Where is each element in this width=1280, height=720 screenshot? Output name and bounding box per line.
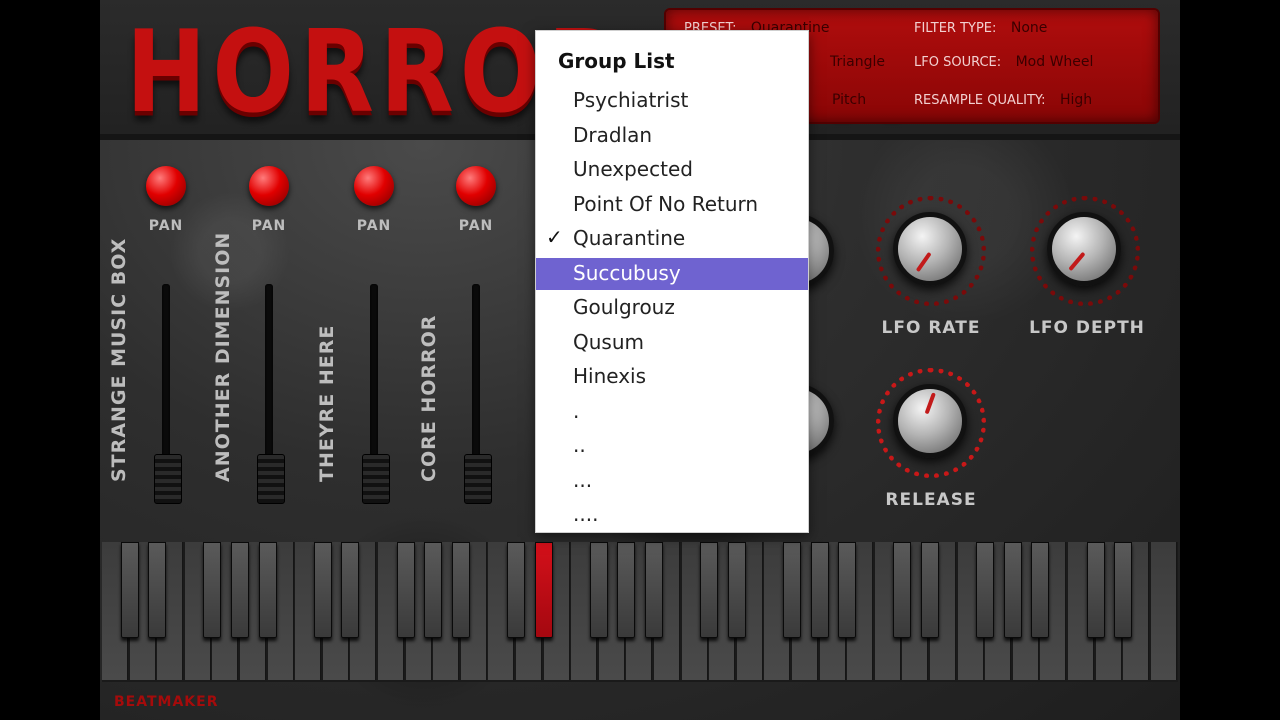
group-list-item[interactable]: Psychiatrist — [536, 85, 808, 117]
filter-type-key: FILTER TYPE: — [914, 21, 997, 36]
piano-black-key[interactable] — [589, 542, 608, 638]
release-knob[interactable] — [893, 384, 967, 458]
lfo-source-row: LFO SOURCE: Mod Wheel — [914, 54, 1093, 70]
piano-black-key[interactable] — [893, 542, 912, 638]
piano-black-key[interactable] — [617, 542, 636, 638]
group-list-item-label: .. — [573, 433, 586, 457]
group-list-item[interactable]: . — [536, 396, 808, 428]
piano-black-key[interactable] — [976, 542, 995, 638]
piano-black-key[interactable] — [451, 542, 470, 638]
channel-name-3: THEYRE HERE — [316, 324, 338, 482]
piano-black-key[interactable] — [838, 542, 857, 638]
group-list-item-label: Dradlan — [573, 122, 653, 147]
group-list-item-label: Point Of No Return — [573, 191, 759, 216]
channel-name-2: ANOTHER DIMENSION — [212, 231, 234, 482]
group-list-item[interactable]: Dradlan — [536, 120, 808, 152]
piano-black-key[interactable] — [534, 542, 553, 638]
group-list-item-label: Quarantine — [573, 226, 686, 250]
group-list-item-label: Hinexis — [573, 364, 647, 388]
pan-label-4: PAN — [458, 218, 494, 234]
lfo-rate-pointer — [915, 251, 932, 273]
lfo-source-value[interactable]: Mod Wheel — [1016, 54, 1094, 70]
pan-label-3: PAN — [356, 218, 392, 234]
piano-black-key[interactable] — [1114, 542, 1133, 638]
pan-knob-2[interactable] — [249, 166, 289, 206]
piano-black-key[interactable] — [507, 542, 525, 638]
group-list-menu: Group List Psychiatrist Dradlan Unexpected… — [535, 30, 809, 533]
lfo-depth-pointer — [1068, 251, 1086, 272]
checkmark-icon: ✓ — [546, 225, 563, 249]
lfo-shape-value[interactable]: Triangle — [830, 54, 885, 70]
piano-black-key[interactable] — [396, 542, 415, 638]
fader-handle-1[interactable] — [154, 454, 182, 504]
group-list-item-label: ... — [573, 467, 593, 492]
pan-label-1: PAN — [148, 218, 184, 234]
piano-white-key[interactable] — [1150, 542, 1177, 680]
group-list-item[interactable]: .. — [536, 430, 808, 462]
fader-handle-4[interactable] — [464, 454, 492, 504]
piano-black-key[interactable] — [258, 542, 277, 638]
pan-knob-4[interactable] — [456, 166, 496, 206]
group-list-item[interactable]: ✓ Quarantine — [536, 223, 808, 255]
resample-quality-row: RESAMPLE QUALITY: High — [914, 92, 1092, 108]
piano-black-key[interactable] — [783, 542, 801, 638]
lfo-target-row: Pitch — [822, 92, 866, 108]
group-list-item[interactable]: Goulgrouz — [536, 292, 808, 324]
group-list-item[interactable]: Hinexis — [536, 361, 808, 393]
group-list-item[interactable]: Unexpected — [536, 154, 808, 186]
channel-name-1: STRANGE MUSIC BOX — [108, 237, 130, 482]
piano-black-key[interactable] — [203, 542, 222, 638]
group-list-item-label: Goulgrouz — [573, 295, 675, 319]
filter-type-row: FILTER TYPE: None — [914, 20, 1047, 36]
group-list-item[interactable]: ... — [536, 465, 808, 497]
group-list-item[interactable]: Qusum — [536, 327, 808, 359]
piano-black-key[interactable] — [645, 542, 663, 638]
group-list-item-label: Qusum — [573, 329, 644, 354]
resample-quality-value[interactable]: High — [1060, 92, 1092, 108]
lfo-rate-knob[interactable] — [893, 212, 967, 286]
piano-keyboard[interactable] — [102, 542, 1178, 682]
piano-black-key[interactable] — [231, 542, 249, 638]
piano-black-key[interactable] — [1003, 542, 1022, 638]
piano-black-key[interactable] — [1031, 542, 1050, 638]
piano-black-key[interactable] — [921, 542, 939, 638]
piano-black-key[interactable] — [313, 542, 332, 638]
release-pointer — [924, 392, 936, 415]
lfo-rate-label: LFO RATE — [881, 318, 981, 338]
group-list-item[interactable]: .... — [536, 499, 808, 531]
lfo-depth-label: LFO DEPTH — [1029, 318, 1145, 338]
group-list-item-label: .... — [573, 502, 599, 526]
piano-black-key[interactable] — [148, 542, 167, 638]
group-list-item-label: . — [573, 398, 580, 423]
pan-label-2: PAN — [251, 218, 287, 234]
group-list-title: Group List — [558, 49, 675, 73]
fader-handle-2[interactable] — [257, 454, 285, 504]
lfo-depth-knob[interactable] — [1047, 212, 1121, 286]
group-list-item-label: Unexpected — [573, 157, 693, 181]
piano-black-key[interactable] — [810, 542, 829, 638]
channel-name-4: CORE HORROR — [418, 314, 440, 482]
fader-handle-3[interactable] — [362, 454, 390, 504]
piano-black-key[interactable] — [1086, 542, 1105, 638]
piano-black-key[interactable] — [700, 542, 719, 638]
piano-black-key[interactable] — [341, 542, 360, 638]
lfo-shape-row: Triangle — [820, 54, 885, 70]
group-list-item-label: Succubusy — [573, 260, 681, 285]
pan-knob-3[interactable] — [354, 166, 394, 206]
release-label: RELEASE — [885, 490, 977, 510]
group-list-item[interactable]: Point Of No Return — [536, 189, 808, 221]
group-list-item[interactable]: Succubusy — [536, 257, 808, 290]
piano-black-key[interactable] — [120, 542, 139, 638]
piano-black-key[interactable] — [424, 542, 443, 638]
filter-type-value[interactable]: None — [1011, 20, 1048, 36]
lfo-target-value[interactable]: Pitch — [832, 92, 866, 108]
pan-knob-1[interactable] — [146, 166, 186, 206]
lfo-source-key: LFO SOURCE: — [914, 55, 1002, 70]
piano-black-key[interactable] — [727, 542, 746, 638]
beatmaker-brand: BEATMAKER — [114, 694, 219, 710]
resample-quality-key: RESAMPLE QUALITY: — [914, 93, 1046, 108]
group-list-item-label: Psychiatrist — [573, 88, 689, 112]
